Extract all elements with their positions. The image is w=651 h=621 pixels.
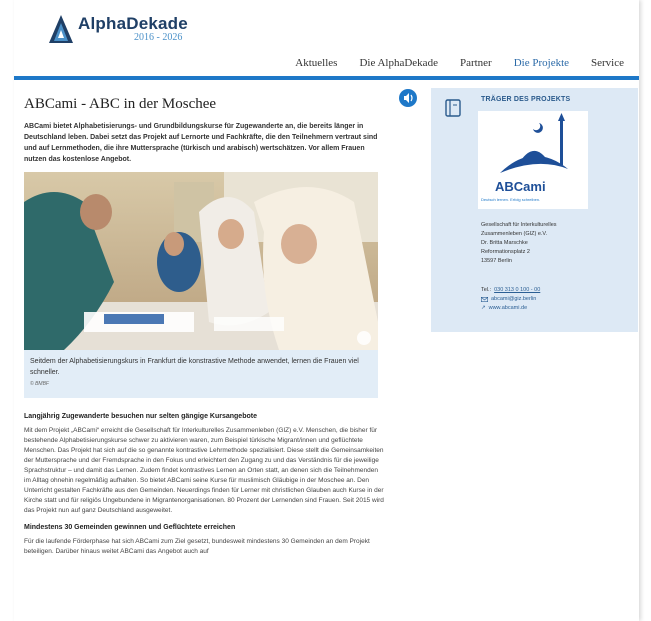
book-icon bbox=[445, 99, 461, 117]
phone-label: Tel.: bbox=[481, 287, 492, 293]
caption-text: Seitdem der Alphabetisierungskurs in Fra… bbox=[30, 358, 359, 376]
nav-item-die-alphadekade[interactable]: Die AlphaDekade bbox=[348, 57, 449, 69]
envelope-icon bbox=[481, 297, 488, 302]
project-sponsor-box: TRÄGER DES PROJEKTS ABCami Deutsch lerne… bbox=[431, 88, 638, 332]
nav-item-die-projekte[interactable]: Die Projekte bbox=[503, 57, 580, 69]
logo-years: 2016 - 2026 bbox=[134, 32, 183, 43]
section-heading-2: Mindestens 30 Gemeinden gewinnen und Gef… bbox=[24, 524, 236, 531]
address-line: Gesellschaft für Interkulturelles bbox=[481, 222, 557, 228]
header-divider bbox=[14, 76, 639, 80]
nav-item-service[interactable]: Service bbox=[580, 57, 635, 69]
email-link[interactable]: abcami@giz.berlin bbox=[491, 295, 536, 304]
logo-wordmark: AlphaDekade bbox=[78, 14, 188, 33]
logo-wordmark-abcami: ABCami bbox=[495, 179, 546, 194]
nav-item-partner[interactable]: Partner bbox=[449, 57, 503, 69]
address-line: Dr. Britta Marschke bbox=[481, 240, 528, 246]
address-line: 13597 Berlin bbox=[481, 258, 512, 264]
classroom-photo-image bbox=[24, 172, 378, 350]
alphadekade-logo-icon bbox=[49, 15, 73, 43]
article: ABCami - ABC in der Moschee ABCami biete… bbox=[24, 96, 384, 557]
website-row: ↗ www.abcami.de bbox=[481, 304, 540, 313]
address-line: Reformationsplatz 2 bbox=[481, 249, 530, 255]
section-heading-1: Langjährig Zugewanderte besuchen nur sel… bbox=[24, 413, 257, 420]
sponsor-contact: Tel.: 030 313 0 100 - 00 abcami@giz.berl… bbox=[481, 286, 540, 313]
section-paragraph-1: Mit dem Projekt „ABCami“ erreicht die Ge… bbox=[24, 427, 384, 514]
section-paragraph-2: Für die laufende Förderphase hat sich AB… bbox=[24, 538, 370, 555]
phone-row: Tel.: 030 313 0 100 - 00 bbox=[481, 286, 540, 295]
abcami-logo[interactable]: ABCami Deutsch lernen. Erfolg schreiben. bbox=[478, 111, 588, 209]
phone-link[interactable]: 030 313 0 100 - 00 bbox=[494, 286, 540, 295]
article-photo[interactable] bbox=[24, 172, 378, 350]
main-navigation: Aktuelles Die AlphaDekade Partner Die Pr… bbox=[284, 57, 635, 69]
nav-item-aktuelles[interactable]: Aktuelles bbox=[284, 57, 348, 69]
email-row: abcami@giz.berlin bbox=[481, 295, 540, 304]
address-line: Zusammenleben (GIZ) e.V. bbox=[481, 231, 548, 237]
mosque-logo-icon bbox=[500, 113, 568, 173]
external-link-icon: ↗ bbox=[481, 305, 486, 311]
photo-credit: © BMBF bbox=[30, 381, 49, 387]
site-logo[interactable]: AlphaDekade 2016 - 2026 bbox=[48, 14, 188, 44]
article-lead: ABCami bietet Alphabetisierungs- und Gru… bbox=[24, 123, 378, 163]
article-title: ABCami - ABC in der Moschee bbox=[24, 96, 217, 112]
sponsor-title: TRÄGER DES PROJEKTS bbox=[481, 96, 571, 103]
read-aloud-icon[interactable] bbox=[398, 88, 418, 108]
sponsor-address: Gesellschaft für Interkulturelles Zusamm… bbox=[481, 221, 557, 266]
logo-tagline: Deutsch lernen. Erfolg schreiben. bbox=[481, 197, 541, 202]
website-link[interactable]: www.abcami.de bbox=[489, 304, 528, 313]
photo-caption: Seitdem der Alphabetisierungskurs in Fra… bbox=[24, 350, 378, 398]
